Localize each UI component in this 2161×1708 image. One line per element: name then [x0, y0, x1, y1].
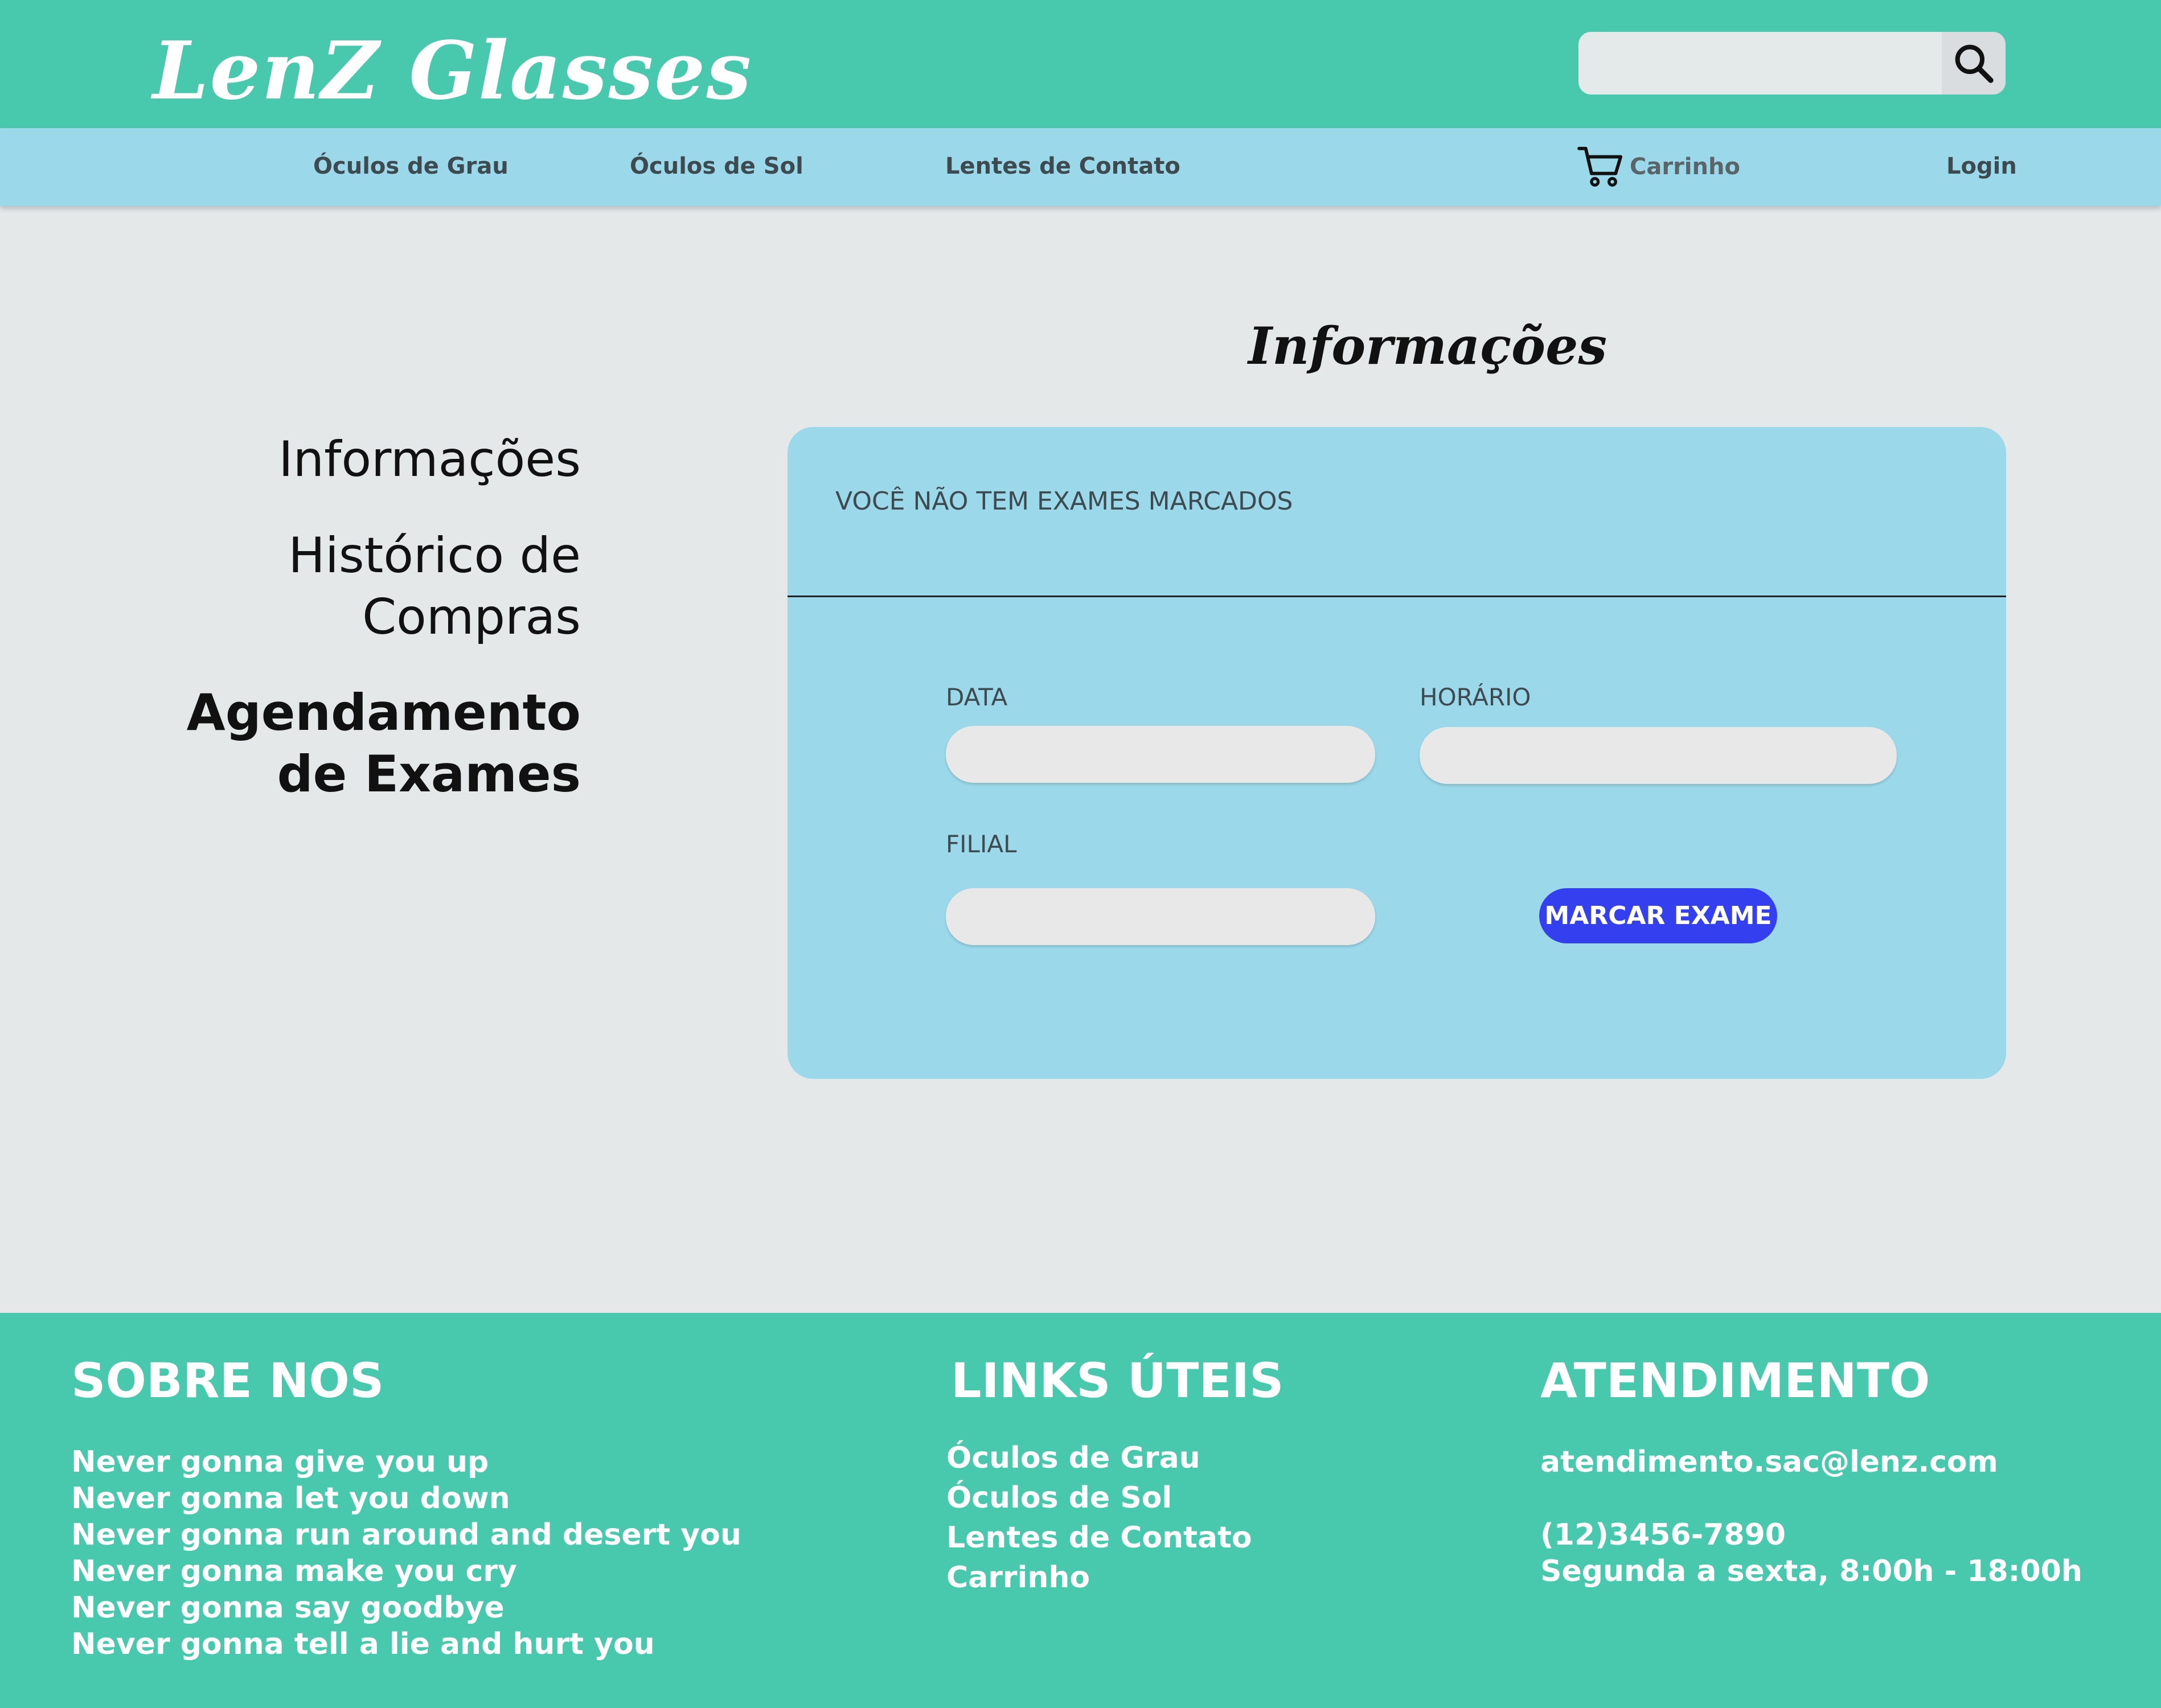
logo[interactable]: LenZ Glasses [153, 19, 752, 123]
footer-links-title: LINKS ÚTEIS [951, 1353, 1284, 1409]
sidebar-item-label: Agendamento [186, 683, 581, 742]
footer-about-line: Never gonna make you cry [71, 1554, 517, 1588]
branch-label: FILIAL [946, 830, 1017, 858]
date-label: DATA [946, 683, 1008, 711]
footer-link-oculos-de-sol[interactable]: Óculos de Sol [946, 1478, 1252, 1518]
footer-about-line: Never gonna run around and desert you [71, 1518, 741, 1552]
footer-about-text: Never gonna give you up Never gonna let … [71, 1444, 741, 1662]
nav-oculos-de-sol[interactable]: Óculos de Sol [630, 153, 803, 179]
date-field[interactable] [946, 726, 1375, 783]
nav-lentes-de-contato[interactable]: Lentes de Contato [945, 153, 1180, 179]
support-hours: Segunda a sexta, 8:00h - 18:00h [1540, 1554, 2082, 1588]
footer-about-line: Never gonna let you down [71, 1481, 510, 1516]
sidebar-item-label: de Exames [277, 745, 581, 803]
footer-about-title: SOBRE NOS [71, 1353, 384, 1409]
nav-cart-label: Carrinho [1630, 154, 1740, 180]
time-field[interactable] [1420, 727, 1897, 784]
schedule-exam-button[interactable]: MARCAR EXAME [1539, 888, 1777, 943]
main-nav: Óculos de Grau Óculos de Sol Lentes de C… [0, 128, 2161, 206]
footer-about-line: Never gonna say goodbye [71, 1591, 505, 1625]
footer-link-carrinho[interactable]: Carrinho [946, 1558, 1252, 1598]
footer-link-oculos-de-grau[interactable]: Óculos de Grau [946, 1438, 1252, 1478]
footer-support-title: ATENDIMENTO [1540, 1353, 1930, 1409]
footer: SOBRE NOS Never gonna give you up Never … [0, 1313, 2161, 1708]
support-email[interactable]: atendimento.sac@lenz.com [1540, 1444, 2082, 1480]
cart-icon [1577, 146, 1622, 187]
search-button[interactable] [1942, 32, 2006, 95]
nav-login[interactable]: Login [1946, 153, 2017, 179]
sidebar-item-label: Histórico de [288, 527, 581, 584]
sidebar-item-label: Informações [278, 431, 581, 488]
footer-links-list: Óculos de Grau Óculos de Sol Lentes de C… [946, 1438, 1252, 1598]
header: LenZ Glasses [0, 0, 2161, 128]
sidebar-item-label: Compras [362, 589, 581, 646]
time-label: HORÁRIO [1420, 683, 1531, 711]
search-box [1578, 32, 2006, 95]
support-phone: (12)3456-7890 [1540, 1518, 1786, 1552]
sidebar-item-info[interactable]: Informações [278, 428, 581, 491]
search-input[interactable] [1578, 32, 1943, 95]
divider [788, 596, 2006, 597]
page-title: Informações [1248, 316, 1607, 376]
footer-about-line: Never gonna tell a lie and hurt you [71, 1627, 655, 1661]
nav-oculos-de-grau[interactable]: Óculos de Grau [313, 153, 509, 179]
exam-card: VOCÊ NÃO TEM EXAMES MARCADOS DATA HORÁRI… [788, 427, 2006, 1079]
nav-cart[interactable]: Carrinho [1577, 145, 1740, 188]
sidebar-item-exam-scheduling[interactable]: Agendamento de Exames [187, 682, 581, 805]
branch-field[interactable] [946, 888, 1375, 945]
search-icon [1955, 44, 1994, 83]
footer-about-line: Never gonna give you up [71, 1445, 489, 1479]
no-exams-message: VOCÊ NÃO TEM EXAMES MARCADOS [835, 487, 1293, 516]
sidebar-item-purchase-history[interactable]: Histórico de Compras [288, 525, 581, 648]
footer-link-lentes-de-contato[interactable]: Lentes de Contato [946, 1518, 1252, 1558]
footer-support-info: atendimento.sac@lenz.com (12)3456-7890 S… [1540, 1444, 2082, 1590]
